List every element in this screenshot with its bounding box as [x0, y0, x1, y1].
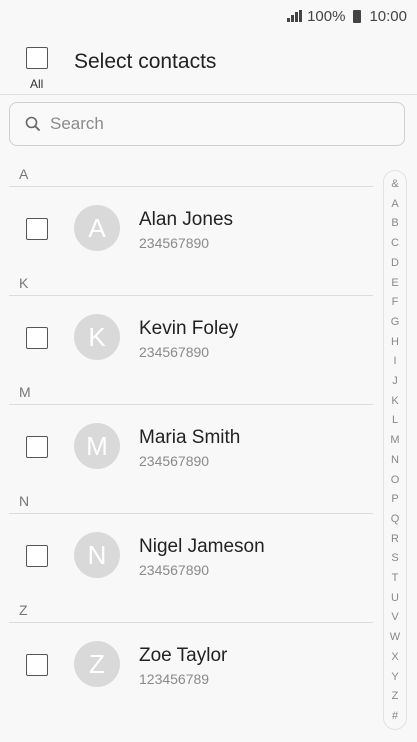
contact-row[interactable]: N Nigel Jameson 234567890	[0, 514, 373, 598]
index-letter[interactable]: D	[391, 256, 399, 270]
index-letter[interactable]: N	[391, 453, 399, 467]
contact-checkbox[interactable]	[26, 545, 48, 567]
select-all-label: All	[30, 77, 44, 91]
contact-name: Maria Smith	[139, 427, 241, 448]
index-letter[interactable]: V	[391, 610, 398, 624]
index-letter[interactable]: J	[392, 374, 398, 388]
index-letter[interactable]: K	[391, 394, 398, 408]
index-letter[interactable]: #	[392, 709, 398, 723]
contact-name: Nigel Jameson	[139, 536, 265, 557]
contact-phone: 123456789	[139, 671, 210, 687]
index-letter[interactable]: R	[391, 532, 399, 546]
index-letter[interactable]: H	[391, 335, 399, 349]
index-letter[interactable]: Z	[392, 689, 399, 703]
avatar: M	[74, 423, 120, 469]
contact-row[interactable]: M Maria Smith 234567890	[0, 405, 373, 489]
index-letter[interactable]: O	[391, 473, 400, 487]
index-letter[interactable]: Q	[391, 512, 400, 526]
index-letter[interactable]: E	[391, 276, 398, 290]
section-header: N	[9, 492, 373, 514]
index-letter[interactable]: &	[391, 177, 398, 191]
status-time: 10:00	[369, 7, 407, 25]
index-letter[interactable]: B	[391, 216, 398, 230]
contact-checkbox[interactable]	[26, 436, 48, 458]
index-letter[interactable]: T	[392, 571, 399, 585]
section-header: A	[9, 165, 373, 187]
search-bar[interactable]	[9, 102, 405, 146]
contact-row[interactable]: K Kevin Foley 234567890	[0, 296, 373, 380]
contact-name: Alan Jones	[139, 209, 234, 230]
index-letter[interactable]: U	[391, 591, 399, 605]
index-letter[interactable]: P	[391, 492, 398, 506]
select-all-checkbox[interactable]	[26, 47, 48, 69]
battery-icon	[353, 9, 362, 23]
index-letter[interactable]: F	[392, 295, 399, 309]
avatar: N	[74, 532, 120, 578]
avatar: K	[74, 314, 120, 360]
contact-phone: 234567890	[139, 344, 210, 360]
contact-phone: 234567890	[139, 453, 210, 469]
search-icon	[24, 115, 42, 133]
index-letter[interactable]: S	[391, 551, 398, 565]
contact-phone: 234567890	[139, 235, 210, 251]
index-letter[interactable]: C	[391, 236, 399, 250]
alphabet-index-scroller[interactable]: & A B C D E F G H I J K L M N O P Q R S T U V W X Y Z #	[383, 170, 407, 730]
index-letter[interactable]: Y	[391, 670, 398, 684]
contact-phone: 234567890	[139, 562, 210, 578]
index-letter[interactable]: L	[392, 413, 398, 427]
index-letter[interactable]: M	[390, 433, 399, 447]
index-letter[interactable]: I	[393, 354, 396, 368]
contact-row[interactable]: Z Zoe Taylor 123456789	[0, 623, 373, 707]
search-input[interactable]	[48, 102, 404, 146]
index-letter[interactable]: W	[390, 630, 400, 644]
header: All Select contacts	[0, 32, 417, 95]
section-header: M	[9, 383, 373, 405]
contact-checkbox[interactable]	[26, 327, 48, 349]
index-letter[interactable]: X	[391, 650, 398, 664]
status-bar: 100% 10:00	[0, 0, 417, 32]
contact-name: Zoe Taylor	[139, 645, 228, 666]
avatar: A	[74, 205, 120, 251]
contact-checkbox[interactable]	[26, 654, 48, 676]
contact-name: Kevin Foley	[139, 318, 239, 339]
signal-icon	[287, 10, 303, 22]
contact-checkbox[interactable]	[26, 218, 48, 240]
avatar: Z	[74, 641, 120, 687]
index-letter[interactable]: A	[391, 197, 398, 211]
section-header: Z	[9, 601, 373, 623]
index-letter[interactable]: G	[391, 315, 400, 329]
section-header: K	[9, 274, 373, 296]
battery-percent: 100%	[307, 7, 346, 25]
page-title: Select contacts	[74, 50, 217, 73]
contact-row[interactable]: A Alan Jones 234567890	[0, 187, 373, 271]
